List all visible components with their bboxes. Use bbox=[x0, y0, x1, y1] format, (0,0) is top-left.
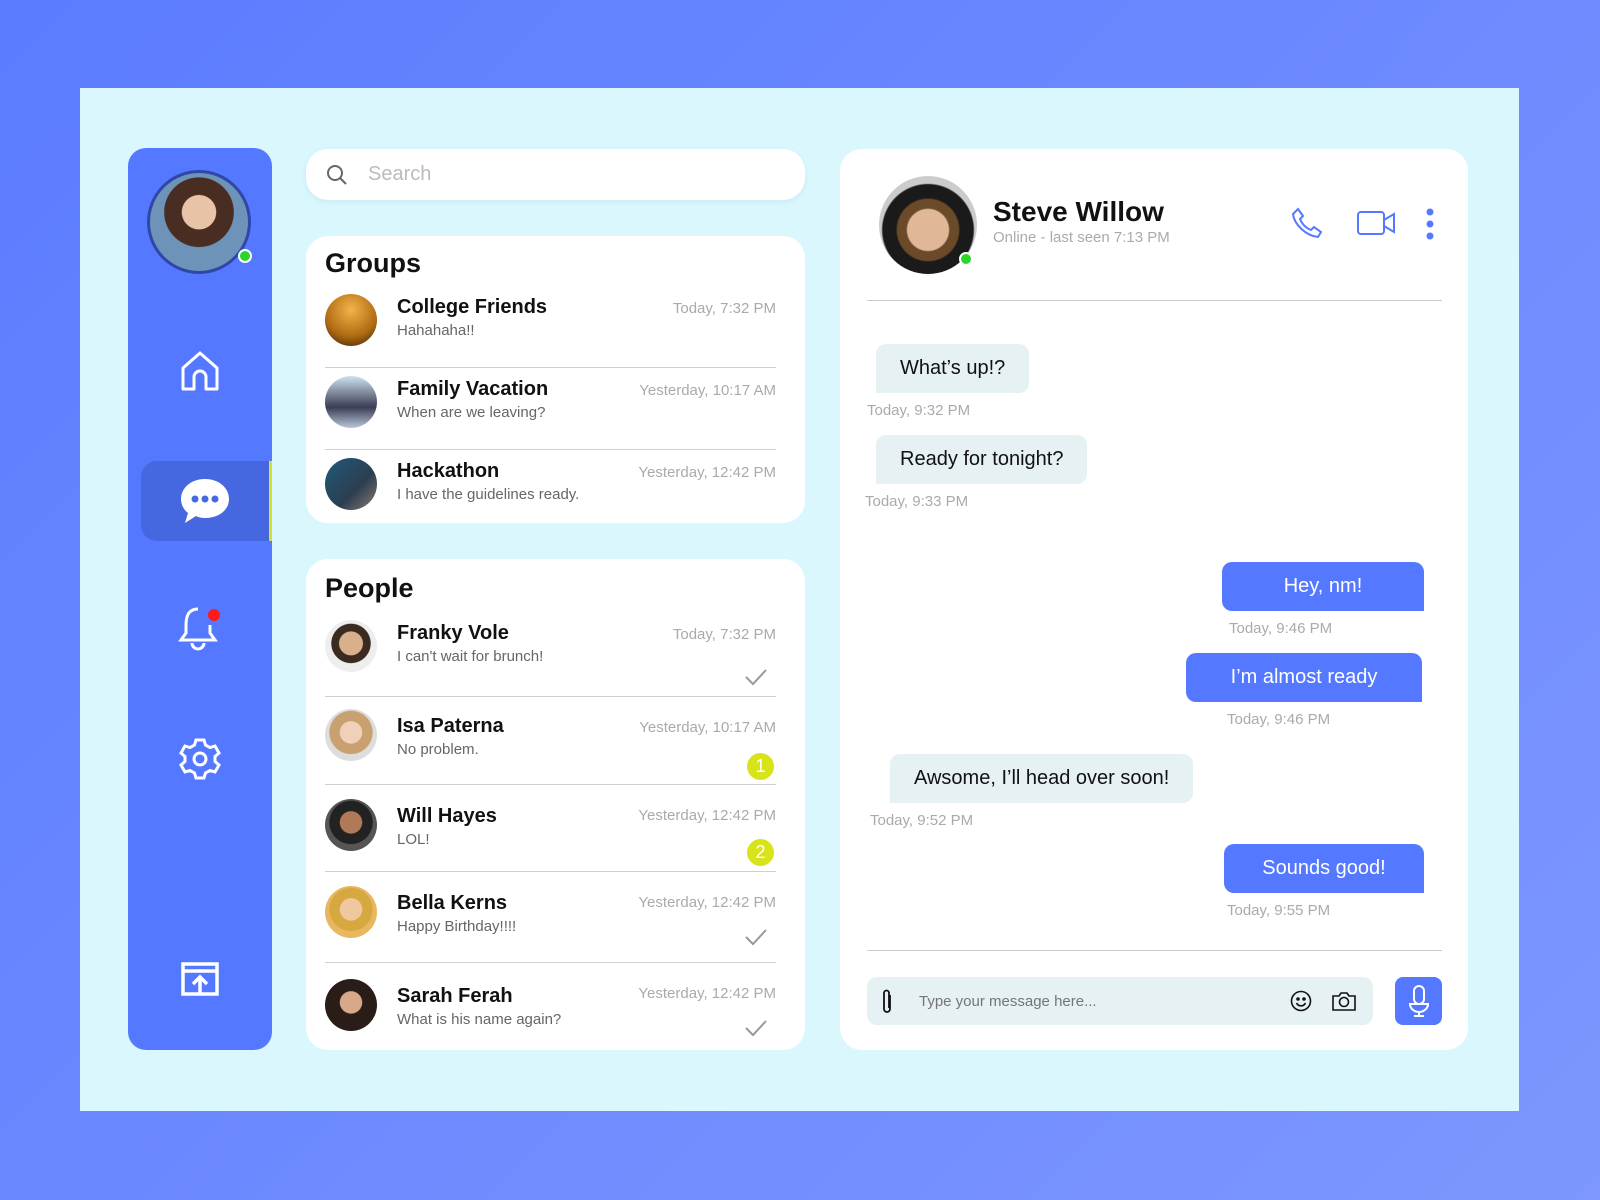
search-icon bbox=[327, 164, 347, 185]
read-check-icon bbox=[745, 669, 767, 686]
search-bar[interactable] bbox=[306, 149, 805, 200]
upload-box-icon bbox=[181, 962, 219, 996]
person-item[interactable]: Franky Vole I can't wait for brunch! Today… bbox=[325, 612, 776, 697]
person-preview: LOL! bbox=[397, 831, 430, 848]
message-time: Today, 9:46 PM bbox=[1227, 711, 1331, 728]
message-time: Today, 9:55 PM bbox=[1227, 902, 1331, 919]
message-outgoing: Hey, nm! bbox=[1222, 562, 1424, 611]
person-name: Sarah Ferah bbox=[397, 985, 513, 1007]
person-time: Yesterday, 12:42 PM bbox=[638, 807, 776, 824]
people-card: People Franky Vole I can't wait for brunc… bbox=[306, 559, 805, 1050]
person-preview: Happy Birthday!!!! bbox=[397, 918, 517, 935]
video-call-icon[interactable] bbox=[1357, 211, 1395, 235]
header-divider bbox=[867, 300, 1442, 301]
microphone-icon bbox=[1408, 985, 1429, 1017]
phone-icon[interactable] bbox=[1290, 206, 1324, 240]
search-input[interactable] bbox=[368, 163, 748, 186]
message-outgoing: Sounds good! bbox=[1224, 844, 1424, 893]
nav-logout[interactable] bbox=[128, 939, 272, 1019]
person-item[interactable]: Sarah Ferah What is his name again? Yester… bbox=[325, 963, 776, 1048]
person-name: Franky Vole bbox=[397, 622, 509, 644]
gear-icon bbox=[179, 738, 221, 780]
nav-messages[interactable] bbox=[141, 461, 272, 541]
group-name: Hackathon bbox=[397, 460, 500, 482]
nav-home[interactable] bbox=[128, 331, 272, 411]
read-check-icon bbox=[745, 929, 767, 946]
person-name: Will Hayes bbox=[397, 805, 497, 827]
contact-avatar[interactable] bbox=[879, 176, 977, 274]
person-avatar bbox=[325, 979, 377, 1031]
message-incoming: Awsome, I’ll head over soon! bbox=[890, 754, 1194, 803]
message-time: Today, 9:46 PM bbox=[1229, 620, 1333, 637]
unread-badge: 1 bbox=[747, 753, 774, 780]
group-name: College Friends bbox=[397, 296, 548, 318]
person-avatar bbox=[325, 620, 377, 672]
emoji-icon[interactable] bbox=[1290, 990, 1312, 1012]
online-indicator bbox=[238, 249, 252, 263]
group-item[interactable]: Family Vacation When are we leaving? Yeste… bbox=[325, 368, 776, 450]
person-preview: No problem. bbox=[397, 741, 479, 758]
person-name: Bella Kerns bbox=[397, 892, 508, 914]
group-name: Family Vacation bbox=[397, 378, 549, 400]
paperclip-icon[interactable] bbox=[881, 989, 893, 1015]
group-time: Yesterday, 10:17 AM bbox=[639, 382, 776, 399]
groups-card: Groups College Friends Hahahaha!! Today, 7… bbox=[306, 236, 805, 523]
person-avatar bbox=[325, 799, 377, 851]
person-item[interactable]: Isa Paterna No problem. Yesterday, 10:17 A… bbox=[325, 697, 776, 785]
message-time: Today, 9:33 PM bbox=[865, 493, 969, 510]
person-avatar bbox=[325, 886, 377, 938]
person-preview: What is his name again? bbox=[397, 1011, 562, 1028]
people-title: People bbox=[325, 573, 414, 603]
person-time: Today, 7:32 PM bbox=[672, 626, 776, 643]
person-avatar bbox=[325, 709, 377, 761]
message-input[interactable] bbox=[919, 977, 1269, 1025]
read-check-icon bbox=[745, 1020, 767, 1037]
voice-record-button[interactable] bbox=[1395, 977, 1442, 1025]
person-time: Yesterday, 12:42 PM bbox=[638, 894, 776, 911]
more-options-icon[interactable] bbox=[1425, 207, 1435, 241]
group-avatar bbox=[325, 458, 377, 510]
message-composer bbox=[867, 977, 1373, 1025]
unread-badge: 2 bbox=[747, 839, 774, 866]
contact-status: Online - last seen 7:13 PM bbox=[993, 229, 1170, 246]
person-time: Yesterday, 12:42 PM bbox=[638, 985, 776, 1002]
chat-bubble-icon bbox=[181, 479, 229, 523]
person-time: Yesterday, 10:17 AM bbox=[639, 719, 776, 736]
home-icon bbox=[181, 351, 219, 391]
bell-icon bbox=[178, 607, 220, 651]
message-incoming: Ready for tonight? bbox=[876, 435, 1088, 484]
group-preview: When are we leaving? bbox=[397, 404, 546, 421]
chat-panel: Steve Willow Online - last seen 7:13 PM … bbox=[840, 149, 1468, 1050]
composer-divider bbox=[867, 950, 1442, 951]
person-preview: I can't wait for brunch! bbox=[397, 648, 544, 665]
group-item[interactable]: College Friends Hahahaha!! Today, 7:32 PM bbox=[325, 286, 776, 368]
group-time: Today, 7:32 PM bbox=[672, 300, 776, 317]
camera-icon[interactable] bbox=[1331, 990, 1357, 1012]
group-preview: Hahahaha!! bbox=[397, 322, 475, 339]
sidebar bbox=[128, 148, 272, 1050]
nav-notifications[interactable] bbox=[128, 589, 272, 669]
group-item[interactable]: Hackathon I have the guidelines ready. Yes… bbox=[325, 450, 776, 532]
message-time: Today, 9:52 PM bbox=[870, 812, 974, 829]
group-avatar bbox=[325, 294, 377, 346]
person-name: Isa Paterna bbox=[397, 715, 504, 737]
message-outgoing: I’m almost ready bbox=[1186, 653, 1422, 702]
group-preview: I have the guidelines ready. bbox=[397, 486, 580, 503]
message-incoming: What’s up!? bbox=[876, 344, 1030, 393]
message-time: Today, 9:32 PM bbox=[867, 402, 971, 419]
group-time: Yesterday, 12:42 PM bbox=[638, 464, 776, 481]
nav-settings[interactable] bbox=[128, 719, 272, 799]
user-avatar[interactable] bbox=[147, 170, 252, 274]
contact-name: Steve Willow bbox=[993, 196, 1164, 227]
groups-title: Groups bbox=[325, 248, 422, 278]
online-indicator bbox=[959, 252, 973, 266]
person-item[interactable]: Bella Kerns Happy Birthday!!!! Yesterday, … bbox=[325, 872, 776, 963]
group-avatar bbox=[325, 376, 377, 428]
person-item[interactable]: Will Hayes LOL! Yesterday, 12:42 PM 2 bbox=[325, 785, 776, 872]
